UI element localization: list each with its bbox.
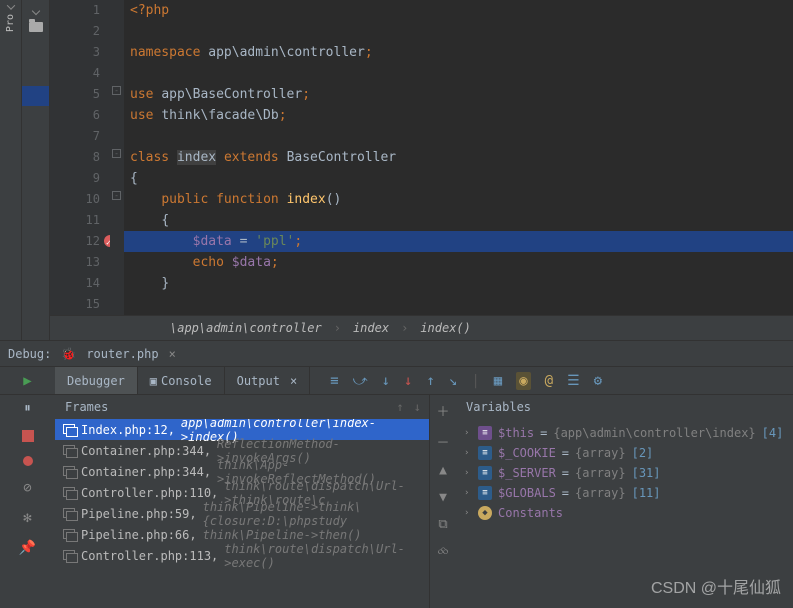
at-icon[interactable]: @ (545, 373, 553, 389)
list-icon[interactable]: ☰ (567, 373, 580, 389)
chevron-right-icon: › (401, 321, 408, 335)
project-tool-tab[interactable]: Pro (0, 0, 22, 340)
stack-icon (63, 487, 75, 499)
variables-title: Variables (456, 395, 793, 419)
debugger-tab[interactable]: Debugger (55, 367, 138, 394)
variable-row[interactable]: ›≡$_SERVER = {array} [31] (456, 463, 793, 483)
stack-icon (63, 550, 75, 562)
breakpoint-line[interactable]: 12 (50, 231, 100, 252)
step-out-icon[interactable]: ↑ (426, 373, 434, 389)
php-tag: <?php (130, 3, 169, 18)
current-execution-line: $data = 'ppl'; (124, 231, 793, 252)
remove-watch-icon[interactable]: － (436, 432, 449, 451)
console-icon: ▣ (150, 374, 157, 388)
editor[interactable]: 1 2 3 4 5 6 7 8 9 10 11 12 13 14 15 - - … (50, 0, 793, 340)
add-watch-icon[interactable]: ＋ (436, 401, 449, 420)
step-over-icon[interactable]: ⤻ (353, 373, 368, 389)
var-type-icon: ≡ (478, 466, 492, 480)
copy-icon[interactable]: ⧉ (438, 517, 447, 532)
expand-arrow-icon[interactable]: › (464, 428, 472, 438)
frames-panel: Frames ↑↓ Index.php:12, app\admin\contro… (55, 395, 430, 608)
fold-column: - - - (110, 0, 124, 315)
stack-frame[interactable]: Controller.php:113, think\route\dispatch… (55, 545, 429, 566)
next-frame-icon[interactable]: ↓ (414, 400, 421, 414)
breadcrumb-item[interactable]: \app\admin\controller (170, 321, 322, 335)
variable-row[interactable]: ›≡$GLOBALS = {array} [11] (456, 483, 793, 503)
debug-file[interactable]: router.php (86, 347, 158, 361)
expand-arrow-icon[interactable]: › (464, 448, 472, 458)
link-icon[interactable]: ⧝ (438, 544, 449, 559)
fold-icon[interactable]: - (112, 86, 121, 95)
step-into-icon[interactable]: ↓ (382, 373, 390, 389)
debug-header: Debug: 🐞 router.php × (0, 341, 793, 367)
stack-icon (63, 445, 75, 457)
output-tab[interactable]: Output× (225, 367, 311, 394)
watermark: CSDN @十尾仙狐 (651, 574, 781, 598)
frames-list[interactable]: Index.php:12, app\admin\controller\index… (55, 419, 429, 608)
settings-icon[interactable]: ⚙ (594, 373, 602, 389)
pin-button[interactable]: 📌 (19, 540, 36, 556)
close-icon[interactable]: × (290, 374, 297, 388)
folder-icon[interactable] (29, 22, 43, 32)
run-to-cursor-icon[interactable]: ↘ (449, 373, 457, 389)
project-selection-highlight (22, 86, 49, 106)
mute-breakpoints-button[interactable]: ⊘ (23, 480, 31, 496)
stack-icon (63, 529, 75, 541)
settings-button[interactable]: ✻ (23, 510, 31, 526)
expand-arrow-icon[interactable]: › (464, 468, 472, 478)
force-step-icon[interactable]: ↓ (404, 373, 412, 389)
var-type-icon: ≡ (478, 426, 492, 440)
view-breakpoints-button[interactable] (23, 456, 33, 466)
chevron-down-icon (6, 1, 14, 9)
fold-icon[interactable]: - (112, 149, 121, 158)
breadcrumb-item[interactable]: index (353, 321, 389, 335)
frames-title: Frames ↑↓ (55, 395, 429, 419)
fold-icon[interactable]: - (112, 191, 121, 200)
stack-icon (63, 466, 75, 478)
bug-icon: 🐞 (61, 347, 76, 361)
breadcrumb[interactable]: \app\admin\controller › index › index() (50, 315, 793, 340)
variable-row[interactable]: ›≡$_COOKIE = {array} [2] (456, 443, 793, 463)
mid-toolbar: ＋ － ▲ ▼ ⧉ ⧝ (430, 395, 456, 608)
prev-frame-icon[interactable]: ↑ (397, 400, 404, 414)
debug-panel: Debug: 🐞 router.php × ▶ Debugger ▣Consol… (0, 340, 793, 608)
debug-side-toolbar: ⏸ ⊘ ✻ 📌 (0, 395, 55, 608)
console-tab[interactable]: ▣Console (138, 367, 225, 394)
var-type-icon: ≡ (478, 446, 492, 460)
expand-arrow-icon[interactable]: › (464, 508, 472, 518)
variable-row[interactable]: ›◆Constants (456, 503, 793, 523)
debug-toolbar: ▶ Debugger ▣Console Output× ≡ ⤻ ↓ ↓ ↑ ↘ … (0, 367, 793, 395)
stop-button[interactable] (22, 430, 34, 442)
stack-frame[interactable]: Pipeline.php:59, think\Pipeline->think\{… (55, 503, 429, 524)
evaluate-icon[interactable]: ▦ (494, 373, 502, 389)
trace-icon[interactable]: ◉ (516, 372, 530, 390)
code-area[interactable]: <?php namespace app\admin\controller; us… (124, 0, 793, 315)
project-tab-label: Pro (5, 14, 16, 32)
stack-icon (63, 424, 75, 436)
chevron-right-icon: › (334, 321, 341, 335)
var-type-icon: ≡ (478, 486, 492, 500)
expand-arrow-icon[interactable]: › (464, 488, 472, 498)
stack-icon (63, 508, 75, 520)
show-execution-icon[interactable]: ≡ (330, 373, 338, 389)
project-panel (22, 0, 50, 340)
pause-button[interactable]: ⏸ (24, 401, 31, 416)
resume-button[interactable]: ▶ (23, 373, 31, 389)
down-icon[interactable]: ▼ (439, 490, 447, 505)
variable-row[interactable]: ›≡$this = {app\admin\controller\index} [… (456, 423, 793, 443)
line-gutter: 1 2 3 4 5 6 7 8 9 10 11 12 13 14 15 (50, 0, 110, 315)
debug-label: Debug: (8, 347, 51, 361)
breadcrumb-item[interactable]: index() (420, 321, 471, 335)
var-type-icon: ◆ (478, 506, 492, 520)
close-tab-icon[interactable]: × (169, 347, 176, 361)
expand-icon[interactable] (31, 7, 39, 15)
up-icon[interactable]: ▲ (439, 463, 447, 478)
